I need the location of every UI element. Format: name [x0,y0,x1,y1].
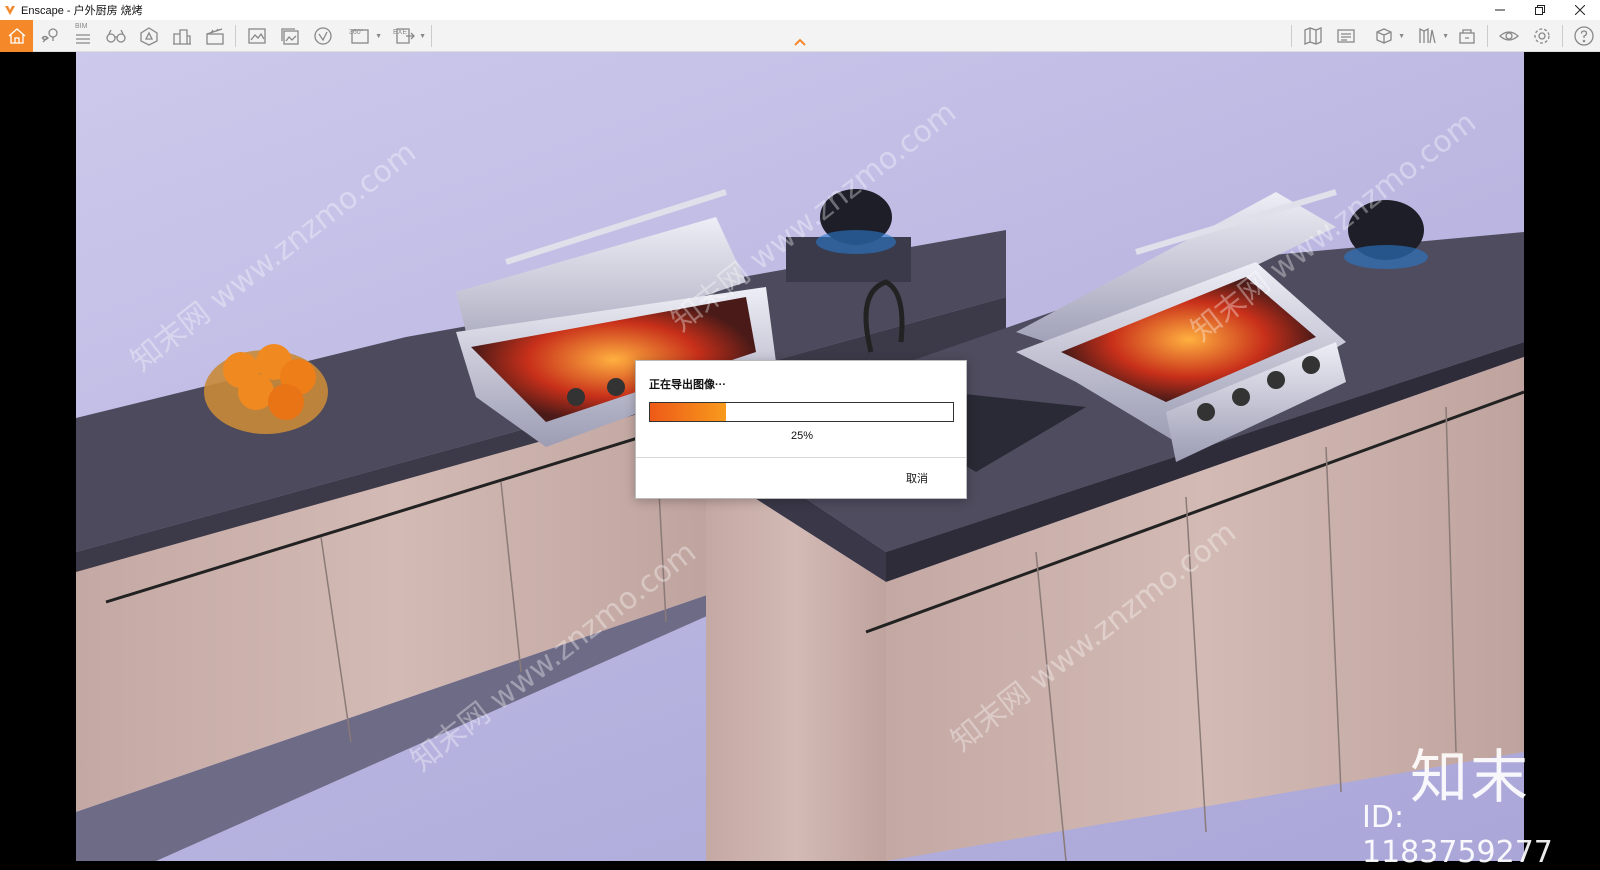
binoculars-button[interactable] [99,20,132,52]
clapperboard-button[interactable] [198,20,231,52]
settings-gear-icon [1533,28,1550,44]
help-button[interactable] [1567,20,1600,52]
dialog-divider [636,457,966,458]
help-icon [1573,26,1594,46]
bim-button[interactable]: BIM [66,20,99,52]
batch-render-button[interactable] [273,20,306,52]
settings-button[interactable] [1525,20,1558,52]
progress-bar-fill [650,403,726,421]
minimize-button[interactable] [1480,0,1520,20]
asset-library-button[interactable] [132,20,165,52]
clapperboard-icon [205,27,224,45]
progress-bar [649,402,954,422]
export-progress-dialog: 正在导出图像··· 25% 取消 [635,360,967,499]
panorama-icon [313,26,332,45]
toolbar-right-group: ▼ ▼ [1287,20,1600,52]
collaboration-button[interactable] [1450,20,1483,52]
panorama-button[interactable] [306,20,339,52]
chevron-down-icon: ▼ [1398,33,1405,40]
exe-label: EXE [393,28,408,36]
toolbar-collapse-chevron-up-icon[interactable] [792,36,808,48]
visibility-button[interactable] [1492,20,1525,52]
buildings-button[interactable] [165,20,198,52]
home-icon [8,27,25,44]
restore-icon [1535,5,1545,15]
collaboration-icon [1458,29,1475,44]
brand-id: ID: 1183759277 [1362,800,1553,870]
bim-label: BIM [75,22,88,30]
render-screenshot-button[interactable] [240,20,273,52]
video-editor-button[interactable] [1329,20,1362,52]
cancel-button[interactable]: 取消 [906,470,928,486]
toolbar-divider [235,24,236,47]
visibility-eye-icon [1498,31,1519,41]
progress-percentage: 25% [790,430,814,442]
map-icon [1303,27,1322,45]
fruit-bowl [204,344,328,434]
view-cube-icon [1376,28,1392,44]
material-library-button[interactable]: ▼ [1406,20,1450,52]
panorama-360-button[interactable]: 360° ▼ [339,20,383,52]
chevron-down-icon: ▼ [1442,33,1449,40]
restore-button[interactable] [1520,0,1560,20]
enscape-logo-icon [5,6,15,15]
dialog-title: 正在导出图像··· [649,379,726,391]
close-button[interactable] [1560,0,1600,20]
batch-render-icon [280,27,299,45]
toolbar-divider [1291,25,1292,47]
pano-label: 360° [349,28,364,36]
toolbar-divider [431,24,432,47]
material-library-icon [1419,27,1436,44]
toolbar-divider [1487,25,1488,47]
chevron-down-icon: ▼ [419,32,426,40]
asset-library-icon [139,26,158,46]
export-exe-button[interactable]: EXE ▼ [383,20,427,52]
chevron-down-icon: ▼ [375,32,382,40]
binoculars-icon [105,29,126,43]
window-title: Enscape - 户外厨房 烧烤 [21,5,143,17]
window-controls [1480,0,1600,20]
map-button[interactable] [1296,20,1329,52]
view-cube-button[interactable]: ▼ [1362,20,1406,52]
home-button[interactable] [0,19,33,52]
location-pin-icon [41,27,58,42]
close-icon [1575,5,1585,15]
render-screenshot-icon [247,27,266,44]
video-editor-icon [1336,29,1355,43]
minimize-icon [1495,9,1505,11]
buildings-icon [172,28,191,45]
location-button[interactable] [33,20,66,52]
toolbar-divider [1562,25,1563,47]
title-bar: Enscape - 户外厨房 烧烤 [0,0,1600,20]
